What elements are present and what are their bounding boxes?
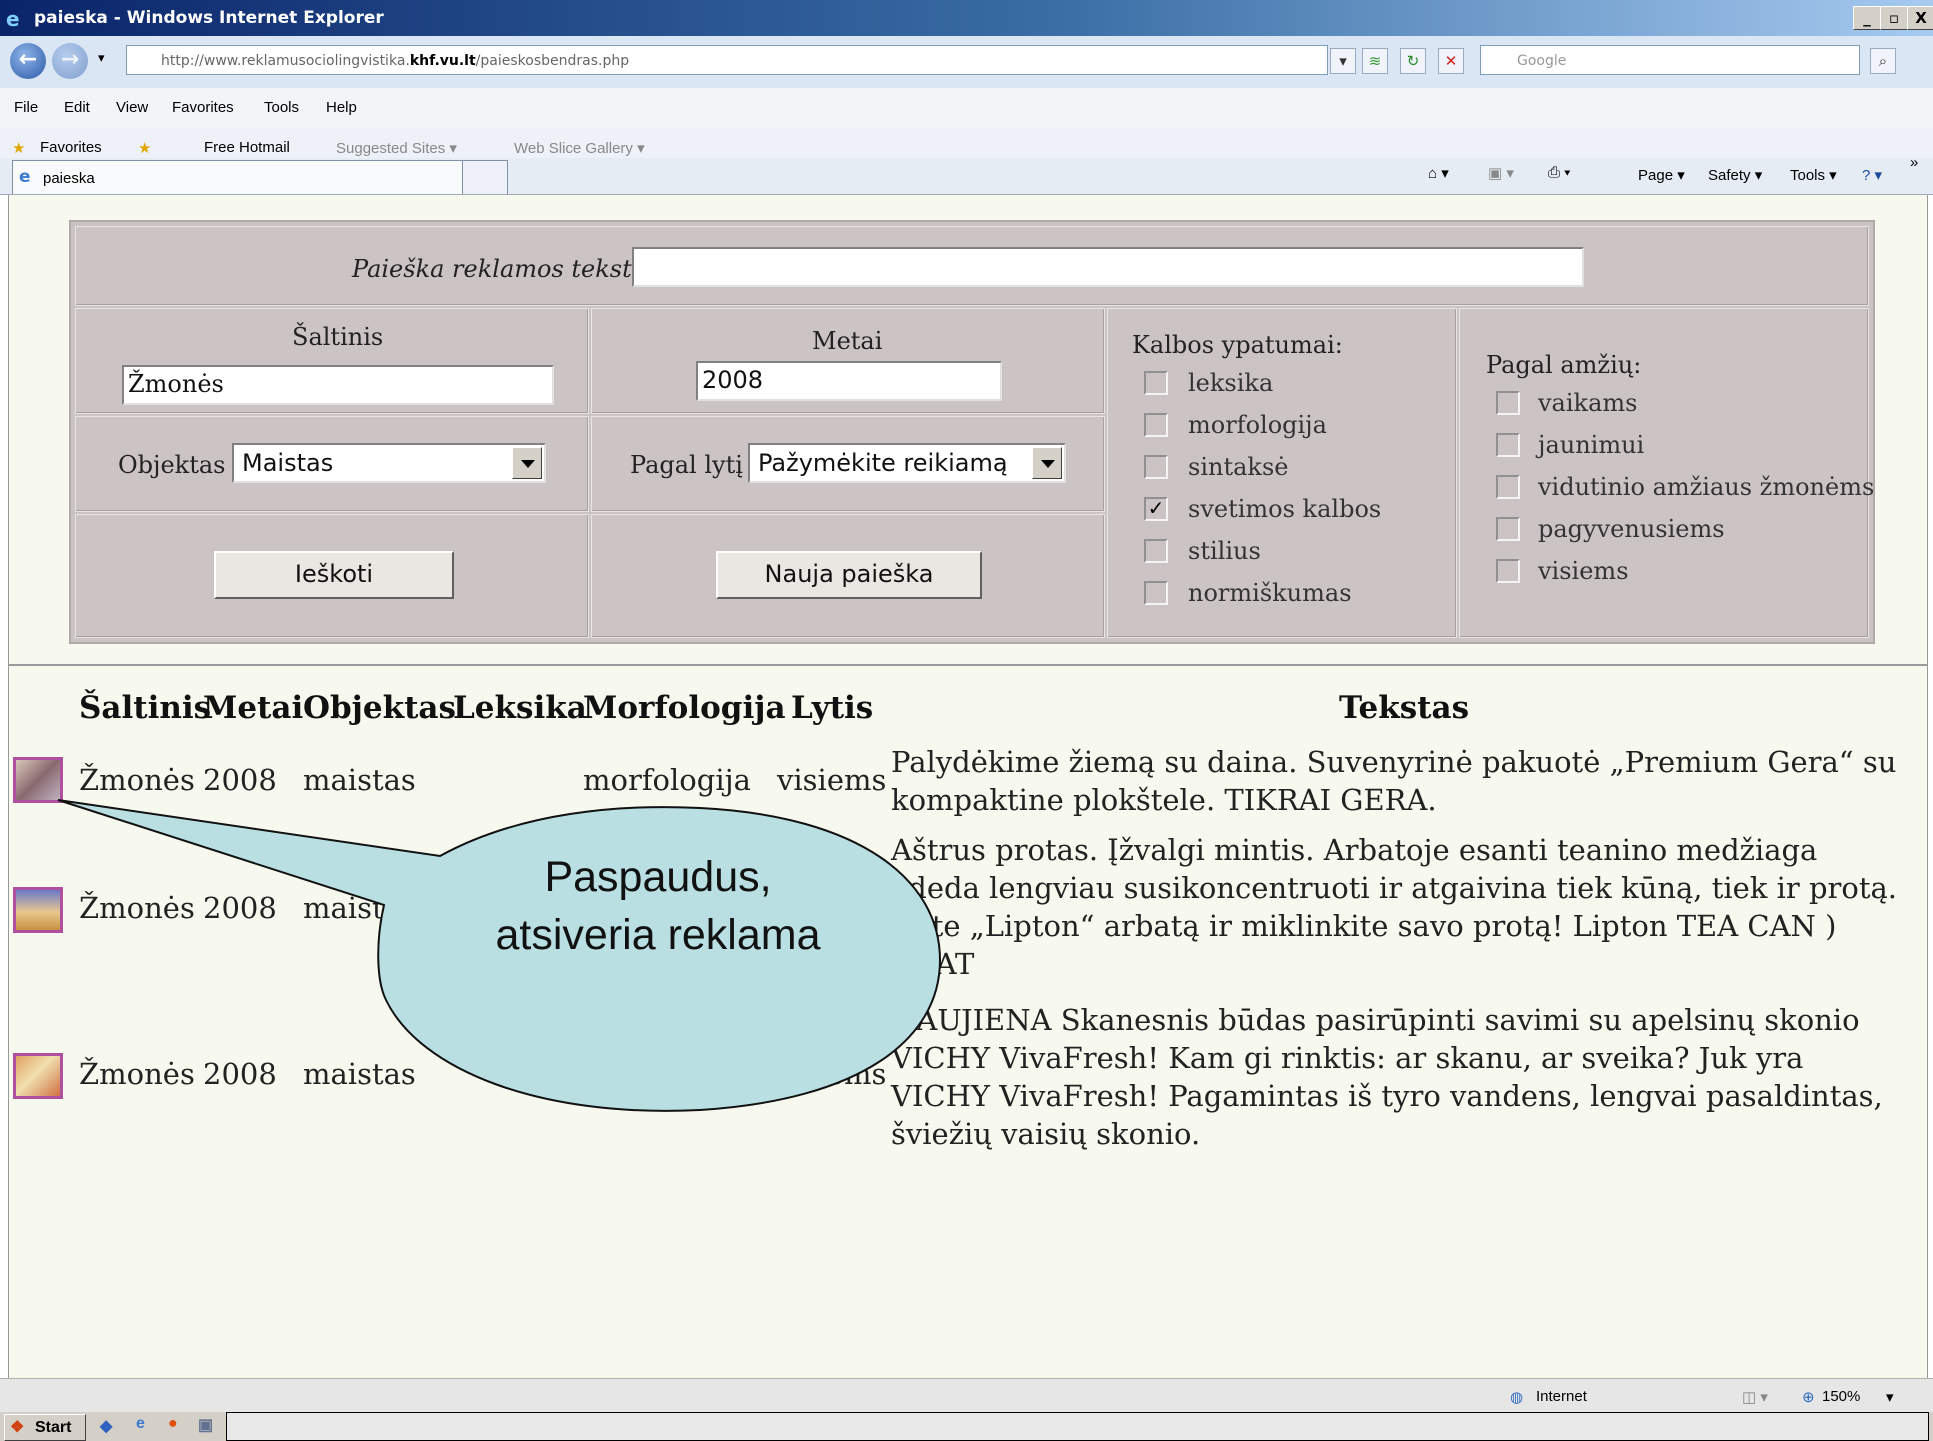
callout-line-1: Paspaudus, xyxy=(544,853,772,901)
desktop-icon[interactable]: ▣ xyxy=(198,1415,213,1435)
callout-bubble xyxy=(57,799,942,1112)
zoom-level[interactable]: 150% xyxy=(1822,1388,1860,1405)
zoom-icon[interactable]: ⊕ xyxy=(1802,1388,1815,1406)
zoom-dropdown-icon[interactable]: ▾ xyxy=(1886,1388,1894,1406)
status-bar: ◍ Internet ◫ ▾ ⊕ 150% ▾ xyxy=(0,1378,1933,1413)
taskbar-window-area xyxy=(226,1412,1929,1441)
protected-mode-icon[interactable]: ◫ ▾ xyxy=(1742,1388,1768,1406)
quicklaunch-icon[interactable]: ◆ xyxy=(100,1416,112,1436)
callout-text: Paspaudus, atsiveria reklama xyxy=(438,848,878,964)
callout-line-2: atsiveria reklama xyxy=(495,911,821,959)
windows-logo-icon: ❖ xyxy=(10,1419,25,1436)
start-button[interactable]: ❖ Start xyxy=(4,1414,86,1441)
globe-icon: ◍ xyxy=(1510,1389,1524,1406)
zone-label: Internet xyxy=(1536,1388,1587,1405)
taskbar: ❖ Start ◆ e ● ▣ xyxy=(0,1412,1933,1441)
opera-icon[interactable]: ● xyxy=(168,1415,178,1433)
start-label: Start xyxy=(35,1419,72,1436)
ie-quicklaunch-icon[interactable]: e xyxy=(136,1415,145,1433)
